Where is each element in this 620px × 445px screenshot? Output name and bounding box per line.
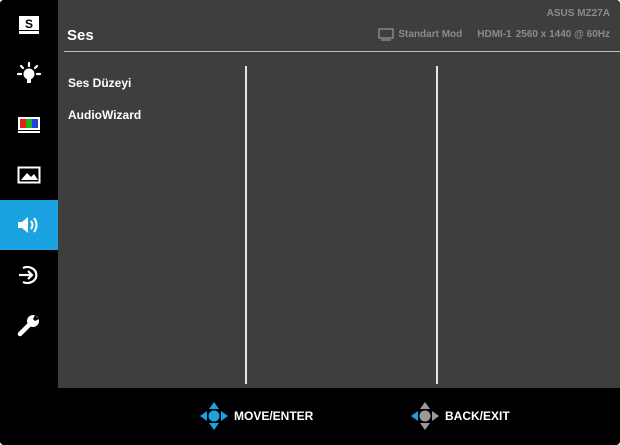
joystick-move-icon [200, 402, 228, 430]
sidebar-item-sound[interactable] [0, 200, 58, 250]
image-icon [17, 166, 41, 184]
joystick-back-icon [411, 402, 439, 430]
footer: MOVE/ENTER BACK/EXIT [0, 388, 620, 445]
splendid-glyph: S [25, 17, 33, 31]
splendid-icon: S [19, 16, 39, 34]
sidebar-item-image[interactable] [0, 150, 58, 200]
sidebar-item-brightness[interactable] [0, 50, 58, 100]
system-setup-icon [17, 315, 39, 337]
sidebar-item-input-select[interactable] [0, 250, 58, 300]
sidebar: S [0, 0, 58, 388]
main-panel: Ses ASUS MZ27A Standart Mod HDMI-1 2560 … [58, 0, 620, 388]
move-enter-label: MOVE/ENTER [234, 409, 314, 423]
input-label: HDMI-1 [477, 29, 512, 40]
resolution-label: 2560 x 1440 @ 60Hz [515, 29, 610, 40]
menu-item-audiowizard[interactable]: AudioWizard [68, 108, 141, 122]
monitor-model: ASUS MZ27A [546, 8, 610, 19]
osd-window: S Ses ASUS MZ27A Standart Mod HDMI-1 256… [0, 0, 620, 445]
sidebar-item-system-setup[interactable] [0, 300, 58, 350]
column-divider [436, 66, 438, 384]
menu-item-volume[interactable]: Ses Düzeyi [68, 76, 131, 90]
sidebar-item-splendid[interactable]: S [0, 0, 58, 50]
back-exit-hint: BACK/EXIT [411, 402, 510, 430]
status-bar: Standart Mod HDMI-1 2560 x 1440 @ 60Hz [378, 28, 610, 41]
column-divider [245, 66, 247, 384]
monitor-icon [378, 28, 395, 41]
input-select-icon [19, 265, 38, 285]
header: Ses ASUS MZ27A Standart Mod HDMI-1 2560 … [58, 0, 620, 50]
color-icon [18, 117, 40, 133]
sidebar-item-color[interactable] [0, 100, 58, 150]
page-title: Ses [67, 27, 94, 44]
header-divider [64, 51, 620, 52]
back-exit-label: BACK/EXIT [445, 409, 510, 423]
sound-icon [18, 217, 38, 233]
brightness-icon [16, 62, 42, 83]
mode-label: Standart Mod [398, 29, 463, 40]
move-enter-hint: MOVE/ENTER [200, 402, 313, 430]
